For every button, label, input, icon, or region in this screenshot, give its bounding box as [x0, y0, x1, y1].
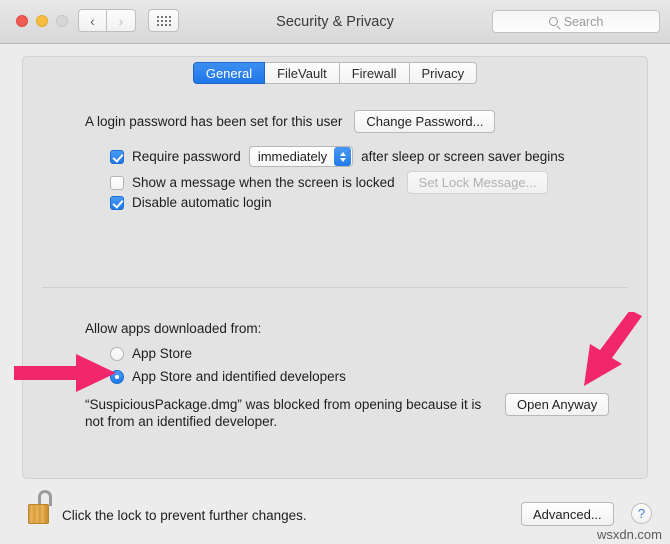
watermark-label: wsxdn.com: [596, 527, 662, 542]
identified-developers-label: App Store and identified developers: [132, 369, 346, 384]
security-privacy-window: ‹ › Security & Privacy Search General Fi…: [0, 0, 670, 544]
lock-icon[interactable]: [27, 490, 57, 526]
radio-row-identified-developers[interactable]: App Store and identified developers: [110, 369, 346, 384]
section-divider: [42, 287, 628, 288]
login-password-row: A login password has been set for this u…: [85, 110, 496, 133]
radio-row-app-store[interactable]: App Store: [110, 346, 192, 361]
open-anyway-button[interactable]: Open Anyway: [505, 393, 610, 416]
change-password-button[interactable]: Change Password...: [354, 110, 496, 133]
help-button[interactable]: ?: [631, 503, 652, 524]
chevron-updown-icon: [334, 147, 352, 166]
require-password-row: Require password immediately after sleep…: [110, 146, 565, 167]
require-password-suffix-label: after sleep or screen saver begins: [361, 149, 565, 164]
identified-developers-radio[interactable]: [110, 369, 124, 384]
disable-auto-login-checkbox[interactable]: [110, 195, 124, 210]
password-status-label: A login password has been set for this u…: [85, 114, 343, 129]
allow-apps-title: Allow apps downloaded from:: [85, 321, 262, 336]
require-password-checkbox[interactable]: [110, 149, 124, 164]
disable-auto-login-row: Disable automatic login: [110, 195, 272, 210]
show-lock-message-row: Show a message when the screen is locked…: [110, 171, 549, 194]
set-lock-message-button: Set Lock Message...: [406, 171, 549, 194]
show-lock-message-label: Show a message when the screen is locked: [132, 175, 395, 190]
lock-hint-label: Click the lock to prevent further change…: [62, 508, 307, 523]
disable-auto-login-label: Disable automatic login: [132, 195, 272, 210]
show-lock-message-checkbox[interactable]: [110, 175, 124, 190]
advanced-button[interactable]: Advanced...: [521, 502, 614, 526]
general-tab-content: A login password has been set for this u…: [0, 0, 670, 544]
app-store-label: App Store: [132, 346, 193, 361]
interval-value: immediately: [257, 149, 328, 164]
app-store-radio[interactable]: [110, 346, 124, 361]
require-password-label: Require password: [132, 149, 241, 164]
require-password-interval-select[interactable]: immediately: [248, 146, 354, 167]
blocked-app-message: “SuspiciousPackage.dmg” was blocked from…: [85, 397, 482, 429]
